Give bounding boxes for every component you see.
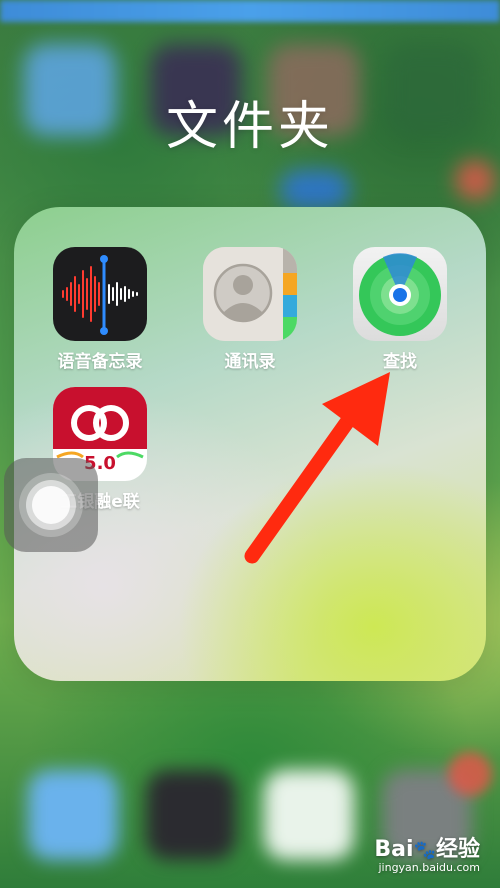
watermark-url: jingyan.baidu.com [378,861,480,874]
baidu-watermark: Bai🐾经验 jingyan.baidu.com [374,831,480,874]
watermark-brand-suffix: 经验 [435,837,480,862]
annotation-arrow [244,372,390,564]
paw-icon: 🐾 [413,840,436,861]
watermark-brand: Bai [374,837,414,862]
